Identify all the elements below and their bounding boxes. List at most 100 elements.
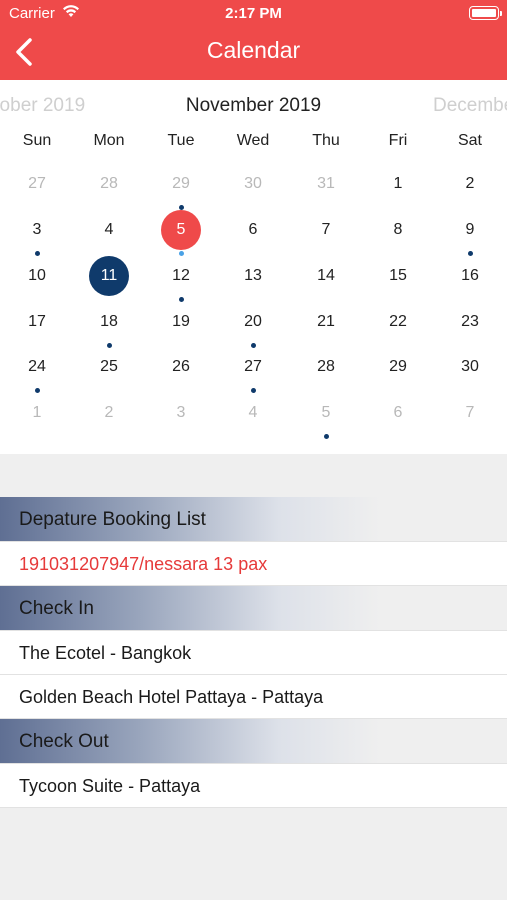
day-number: 20 (244, 313, 262, 330)
day-number: 26 (172, 358, 190, 375)
calendar-day[interactable]: 2 (450, 164, 490, 204)
status-bar: Carrier 2:17 PM (0, 0, 507, 28)
calendar-day[interactable]: 3 (161, 393, 201, 433)
day-number: 8 (393, 221, 403, 238)
calendar-day[interactable]: 25 (89, 347, 129, 387)
day-number: 10 (28, 267, 46, 284)
calendar-day[interactable]: 29 (161, 164, 201, 210)
calendar-day[interactable]: 29 (378, 347, 418, 387)
check-out-header: Check Out (0, 719, 507, 764)
day-number: 13 (244, 267, 262, 284)
day-number: 4 (104, 221, 114, 238)
day-number: 27 (244, 358, 262, 375)
calendar-grid: 27 28 29 30 31 1 2 3 4 5 6 7 8 9 10 11 12 13 14 15 16 17 18 19 2… (0, 80, 507, 454)
calendar-day[interactable]: 7 (306, 210, 346, 250)
day-number: 7 (465, 404, 475, 421)
calendar-day[interactable]: 27 (233, 347, 273, 393)
calendar-day[interactable]: 30 (233, 164, 273, 204)
battery-icon (469, 6, 502, 20)
calendar-day[interactable]: 6 (378, 393, 418, 433)
calendar-day[interactable]: 8 (378, 210, 418, 250)
page-title: Calendar (206, 37, 301, 63)
day-number: 12 (172, 267, 190, 284)
calendar-day[interactable]: 28 (306, 347, 346, 387)
navigation-bar: Carrier 2:17 PM Calendar (0, 0, 507, 80)
calendar-day[interactable]: 1 (378, 164, 418, 204)
day-number: 27 (28, 175, 46, 192)
day-number: 6 (248, 221, 258, 238)
calendar-day[interactable]: 4 (89, 210, 129, 250)
calendar-day[interactable]: 22 (378, 302, 418, 342)
day-number: 6 (393, 404, 403, 421)
day-number: 24 (28, 358, 46, 375)
check-out-hotel-row[interactable]: Tycoon Suite - Pattaya (0, 764, 507, 808)
clock: 2:17 PM (225, 5, 282, 22)
departure-booking-row[interactable]: 191031207947/nessara 13 pax (0, 542, 507, 586)
day-number: 5 (161, 210, 201, 250)
day-number: 9 (465, 221, 475, 238)
calendar-day[interactable]: 15 (378, 256, 418, 296)
calendar-day[interactable]: 14 (306, 256, 346, 296)
calendar: October 2019 November 2019 December 2019… (0, 80, 507, 454)
calendar-day[interactable]: 4 (233, 393, 273, 433)
day-number: 30 (244, 175, 262, 192)
day-number: 17 (28, 313, 46, 330)
day-number: 31 (317, 175, 335, 192)
calendar-day[interactable]: 3 (17, 210, 57, 256)
day-number: 19 (172, 313, 190, 330)
calendar-day[interactable]: 6 (233, 210, 273, 250)
calendar-day[interactable]: 26 (161, 347, 201, 387)
calendar-day[interactable]: 27 (17, 164, 57, 204)
day-number: 4 (248, 404, 258, 421)
day-number: 30 (461, 358, 479, 375)
day-number: 22 (389, 313, 407, 330)
calendar-day[interactable]: 21 (306, 302, 346, 342)
calendar-day-today[interactable]: 5 (161, 210, 201, 256)
calendar-day[interactable]: 23 (450, 302, 490, 342)
check-in-hotel-row[interactable]: Golden Beach Hotel Pattaya - Pattaya (0, 675, 507, 719)
day-number: 15 (389, 267, 407, 284)
day-number: 29 (172, 175, 190, 192)
calendar-day[interactable]: 7 (450, 393, 490, 433)
day-number: 3 (32, 221, 42, 238)
calendar-day[interactable]: 31 (306, 164, 346, 204)
booking-list: Depature Booking List 191031207947/nessa… (0, 497, 507, 808)
calendar-day[interactable]: 16 (450, 256, 490, 296)
calendar-day[interactable]: 20 (233, 302, 273, 348)
calendar-day[interactable]: 30 (450, 347, 490, 387)
day-number: 29 (389, 358, 407, 375)
departure-header: Depature Booking List (0, 497, 507, 542)
calendar-day-selected[interactable]: 11 (89, 256, 129, 296)
day-number: 16 (461, 267, 479, 284)
day-number: 1 (32, 404, 42, 421)
calendar-day[interactable]: 12 (161, 256, 201, 302)
day-number: 18 (100, 313, 118, 330)
day-number: 28 (100, 175, 118, 192)
day-number: 5 (321, 404, 331, 421)
calendar-day[interactable]: 18 (89, 302, 129, 348)
day-number: 3 (176, 404, 186, 421)
calendar-day[interactable]: 13 (233, 256, 273, 296)
day-number: 1 (393, 175, 403, 192)
calendar-day[interactable]: 19 (161, 302, 201, 342)
calendar-day[interactable]: 28 (89, 164, 129, 204)
event-dot-icon (324, 434, 329, 439)
check-in-header: Check In (0, 586, 507, 631)
day-number: 2 (465, 175, 475, 192)
day-number: 11 (89, 256, 129, 296)
calendar-day[interactable]: 5 (306, 393, 346, 439)
day-number: 2 (104, 404, 114, 421)
calendar-day[interactable]: 10 (17, 256, 57, 296)
day-number: 21 (317, 313, 335, 330)
calendar-day[interactable]: 17 (17, 302, 57, 342)
day-number: 14 (317, 267, 335, 284)
day-number: 28 (317, 358, 335, 375)
calendar-day[interactable]: 9 (450, 210, 490, 256)
calendar-day[interactable]: 1 (17, 393, 57, 433)
calendar-day[interactable]: 2 (89, 393, 129, 433)
day-number: 23 (461, 313, 479, 330)
check-in-hotel-row[interactable]: The Ecotel - Bangkok (0, 631, 507, 675)
calendar-day[interactable]: 24 (17, 347, 57, 393)
day-number: 7 (321, 221, 331, 238)
day-number: 25 (100, 358, 118, 375)
